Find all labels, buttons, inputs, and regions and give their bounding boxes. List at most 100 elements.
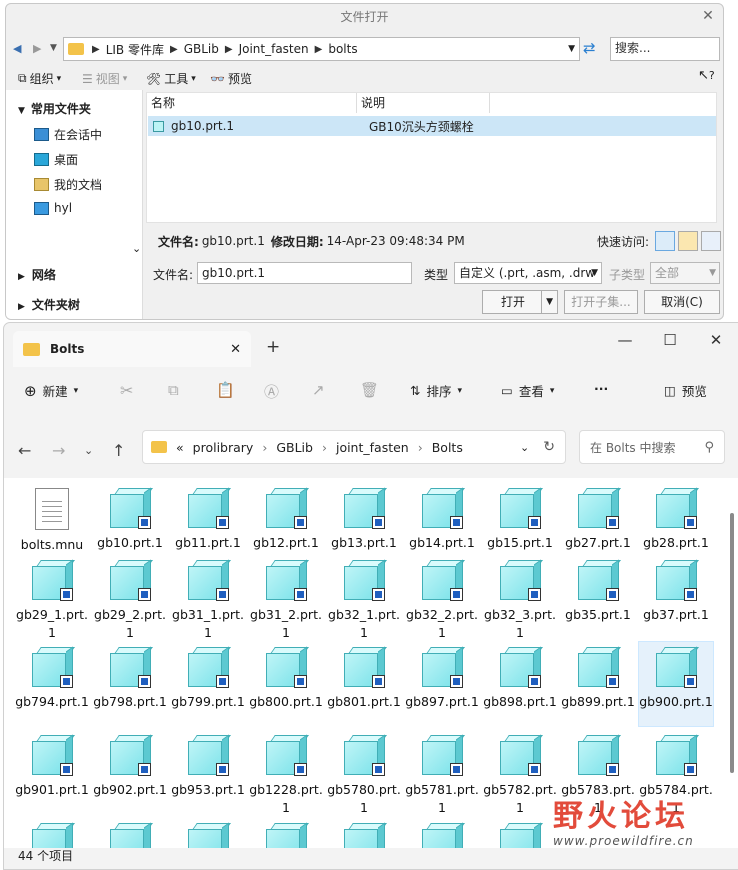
forward-icon[interactable]: ▶	[33, 42, 41, 55]
file-tile[interactable]: gb13.prt.1	[326, 486, 402, 552]
scrollbar-thumb[interactable]	[730, 513, 734, 773]
forward-icon[interactable]: →	[52, 441, 65, 460]
new-tab-icon[interactable]: +	[266, 337, 280, 357]
file-tile[interactable]: gb14.prt.1	[404, 486, 480, 552]
breadcrumb-overflow[interactable]: «	[176, 440, 184, 455]
file-tile[interactable]: gb900.prt.1	[638, 641, 714, 727]
file-tile-partial[interactable]	[326, 821, 402, 848]
tab-bolts[interactable]: Bolts ✕	[13, 331, 251, 367]
address-bar[interactable]: ▶ LIB 零件库 ▶ GBLib ▶ Joint_fasten ▶ bolts…	[63, 37, 580, 61]
path-segment[interactable]: GBLib	[184, 42, 225, 56]
file-tile[interactable]: gb5780.prt.1	[326, 733, 402, 816]
minimize-icon[interactable]: —	[611, 331, 639, 349]
file-tile[interactable]: gb15.prt.1	[482, 486, 558, 552]
maximize-icon[interactable]: ☐	[656, 331, 684, 349]
sidebar-item-session[interactable]: 在会话中	[34, 126, 102, 143]
file-tile[interactable]: gb5782.prt.1	[482, 733, 558, 816]
history-dropdown-icon[interactable]: ▼	[50, 43, 57, 53]
file-tile[interactable]: gb35.prt.1	[560, 558, 636, 624]
quick-access-folder-icon[interactable]	[678, 231, 698, 251]
search-input[interactable]: 在 Bolts 中搜索 ⚲	[579, 430, 725, 464]
sidebar-item-hyl[interactable]: hyl	[34, 201, 72, 215]
file-tile[interactable]: gb32_1.prt.1	[326, 558, 402, 641]
file-tile[interactable]: gb1228.prt.1	[248, 733, 324, 816]
search-input[interactable]: 搜索...	[610, 37, 720, 61]
close-tab-icon[interactable]: ✕	[230, 342, 241, 357]
file-tile[interactable]: gb800.prt.1	[248, 645, 324, 711]
file-tile[interactable]: gb902.prt.1	[92, 733, 168, 799]
file-tile[interactable]: gb11.prt.1	[170, 486, 246, 552]
file-tile[interactable]: gb798.prt.1	[92, 645, 168, 711]
path-segment[interactable]: Joint_fasten	[239, 42, 315, 56]
file-tile[interactable]: gb37.prt.1	[638, 558, 714, 624]
file-tile-partial[interactable]	[170, 821, 246, 848]
file-tile-partial[interactable]	[14, 821, 90, 848]
filename-field[interactable]: gb10.prt.1	[197, 262, 412, 284]
file-tile[interactable]: gb29_1.prt.1	[14, 558, 90, 641]
file-tile[interactable]: gb897.prt.1	[404, 645, 480, 711]
file-row[interactable]: gb10.prt.1 GB10沉头方颈螺栓	[148, 116, 716, 136]
file-tile-partial[interactable]	[482, 821, 558, 848]
breadcrumb[interactable]: « prolibrary › GBLib › joint_fasten › Bo…	[142, 430, 566, 464]
subtype-select[interactable]: 全部 ▼	[650, 262, 720, 284]
quick-access-window-icon[interactable]	[701, 231, 721, 251]
cancel-button[interactable]: 取消(C)	[644, 290, 720, 314]
file-tile[interactable]: gb901.prt.1	[14, 733, 90, 799]
sidebar-item-documents[interactable]: 我的文档	[34, 176, 102, 193]
file-tile[interactable]: gb32_3.prt.1	[482, 558, 558, 641]
tools-menu[interactable]: 🛠 工具 ▾	[146, 70, 196, 87]
column-name[interactable]: 名称	[147, 93, 357, 113]
file-tile[interactable]: gb31_1.prt.1	[170, 558, 246, 641]
sidebar-item-desktop[interactable]: 桌面	[34, 151, 78, 168]
expand-more-icon[interactable]: ⌄	[132, 242, 141, 255]
file-tile-partial[interactable]	[248, 821, 324, 848]
rename-icon[interactable]: Ⓐ	[264, 381, 279, 402]
file-tile[interactable]: gb12.prt.1	[248, 486, 324, 552]
chevron-down-icon[interactable]: ⌄	[520, 441, 529, 454]
share-icon[interactable]: ↗	[312, 381, 325, 399]
file-tile-partial[interactable]	[404, 821, 480, 848]
quick-access-part-icon[interactable]	[655, 231, 675, 251]
type-select[interactable]: 自定义 (.prt, .asm, .drw ▼	[454, 262, 602, 284]
refresh-icon[interactable]: ⇄	[583, 39, 596, 57]
file-tile[interactable]: gb898.prt.1	[482, 645, 558, 711]
file-tile[interactable]: gb32_2.prt.1	[404, 558, 480, 641]
preview-pane-button[interactable]: ◫ 预览	[664, 381, 707, 400]
delete-icon[interactable]: 🗑	[360, 381, 379, 399]
network-header[interactable]: ▶ 网络	[18, 266, 56, 283]
back-icon[interactable]: ←	[18, 441, 31, 460]
file-tile[interactable]: gb801.prt.1	[326, 645, 402, 711]
file-tile[interactable]: gb28.prt.1	[638, 486, 714, 552]
favorites-header[interactable]: ▼ 常用文件夹	[18, 100, 91, 117]
recent-icon[interactable]: ⌄	[84, 444, 93, 457]
file-tile[interactable]: gb10.prt.1	[92, 486, 168, 552]
file-tile[interactable]: gb794.prt.1	[14, 645, 90, 711]
view-button[interactable]: ▭ 查看 ▾	[501, 381, 554, 400]
address-dropdown-icon[interactable]: ▼	[568, 44, 575, 54]
new-button[interactable]: ⊕ 新建 ▾	[24, 381, 78, 400]
close-icon[interactable]: ✕	[699, 8, 717, 24]
file-tile[interactable]: gb899.prt.1	[560, 645, 636, 711]
help-cursor-icon[interactable]: ↖?	[698, 68, 715, 83]
file-tile[interactable]: gb27.prt.1	[560, 486, 636, 552]
paste-icon[interactable]: 📋	[216, 381, 235, 399]
open-subset-button[interactable]: 打开子集...	[564, 290, 638, 314]
file-tile[interactable]: gb5781.prt.1	[404, 733, 480, 816]
cut-icon[interactable]: ✂	[120, 381, 133, 400]
organize-menu[interactable]: ⧉ 组织 ▾	[18, 70, 61, 87]
open-button[interactable]: 打开 ▼	[482, 290, 558, 314]
sort-button[interactable]: ⇅ 排序 ▾	[410, 381, 462, 400]
more-button[interactable]: ···	[594, 381, 608, 396]
file-tile[interactable]: gb799.prt.1	[170, 645, 246, 711]
path-segment[interactable]: LIB 零件库	[106, 41, 170, 58]
close-window-icon[interactable]: ✕	[702, 331, 730, 349]
file-tile-partial[interactable]	[92, 821, 168, 848]
file-tile[interactable]: gb953.prt.1	[170, 733, 246, 799]
view-menu[interactable]: ☰ 视图 ▾	[82, 70, 127, 87]
breadcrumb-item[interactable]: joint_fasten	[336, 440, 409, 455]
column-desc[interactable]: 说明	[357, 93, 490, 113]
file-tile[interactable]: bolts.mnu	[14, 486, 90, 554]
file-tile[interactable]: gb29_2.prt.1	[92, 558, 168, 641]
up-icon[interactable]: ↑	[112, 441, 125, 460]
copy-icon[interactable]: ⧉	[168, 381, 179, 399]
